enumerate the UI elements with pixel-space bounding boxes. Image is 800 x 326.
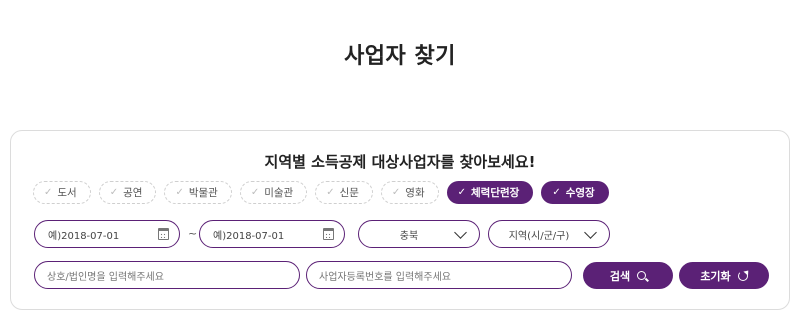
calendar-icon[interactable] <box>158 228 169 240</box>
chip-label: 체력단련장 <box>471 187 520 199</box>
business-name-placeholder: 상호/법인명을 입력해주세요 <box>47 271 164 283</box>
district-placeholder: 지역(시/군/구) <box>508 230 570 242</box>
chip-label: 신문 <box>339 187 359 199</box>
check-icon: ✓ <box>326 187 335 198</box>
chip-label: 수영장 <box>565 187 595 199</box>
check-icon: ✓ <box>250 187 260 198</box>
panel-heading: 지역별 소득공제 대상사업자를 찾아보세요! <box>264 153 536 171</box>
category-filter: ✓ 도서 ✓ 공연 ✓ 박물관 ✓ 미술관 ✓ 신문 ✓ 영화 ✓ 체력단련장 ✓ 수영장 <box>33 181 609 204</box>
end-date-input[interactable]: 예)2018-07-01 <box>199 220 345 248</box>
chip-fitness-center[interactable]: ✓ 체력단련장 <box>446 181 534 204</box>
chip-label: 박물관 <box>188 187 218 199</box>
page-title: 사업자 찾기 <box>344 44 456 69</box>
reset-button[interactable]: 초기화 <box>679 262 769 289</box>
check-icon: ✓ <box>552 187 561 198</box>
start-date-placeholder: 예)2018-07-01 <box>48 230 120 242</box>
check-icon: ✓ <box>391 187 401 198</box>
check-icon: ✓ <box>457 187 467 198</box>
business-regno-input[interactable]: 사업자등록번호를 입력해주세요 <box>306 261 572 289</box>
chip-swimming-pool[interactable]: ✓ 수영장 <box>541 181 609 204</box>
search-icon <box>637 271 647 280</box>
business-name-input[interactable]: 상호/법인명을 입력해주세요 <box>34 261 300 289</box>
check-icon: ✓ <box>44 187 53 198</box>
chip-label: 영화 <box>405 187 425 199</box>
reset-button-label: 초기화 <box>700 269 731 283</box>
calendar-icon[interactable] <box>323 228 334 240</box>
chip-newspaper[interactable]: ✓ 신문 <box>315 181 373 204</box>
province-select[interactable]: 충북 <box>358 220 480 248</box>
chip-label: 공연 <box>123 187 143 199</box>
check-icon: ✓ <box>109 187 119 198</box>
business-regno-placeholder: 사업자등록번호를 입력해주세요 <box>319 271 451 283</box>
province-value: 충북 <box>399 230 419 242</box>
start-date-input[interactable]: 예)2018-07-01 <box>34 220 180 248</box>
chevron-down-icon <box>584 226 597 239</box>
search-panel: 지역별 소득공제 대상사업자를 찾아보세요! ✓ 도서 ✓ 공연 ✓ 박물관 ✓ 미술관… <box>10 130 790 310</box>
district-select[interactable]: 지역(시/군/구) <box>488 220 610 248</box>
chip-label: 미술관 <box>264 187 294 199</box>
chip-label: 도서 <box>57 187 77 199</box>
date-separator: ~ <box>188 227 198 240</box>
check-icon: ✓ <box>175 187 184 198</box>
end-date-placeholder: 예)2018-07-01 <box>213 230 285 242</box>
search-button-label: 검색 <box>609 269 631 283</box>
chip-movie[interactable]: ✓ 영화 <box>380 181 439 204</box>
chip-art-gallery[interactable]: ✓ 미술관 <box>239 181 308 204</box>
chevron-down-icon <box>454 226 467 239</box>
search-button[interactable]: 검색 <box>583 262 673 289</box>
chip-books[interactable]: ✓ 도서 <box>33 181 91 204</box>
chip-museum[interactable]: ✓ 박물관 <box>164 181 232 204</box>
chip-performance[interactable]: ✓ 공연 <box>98 181 157 204</box>
refresh-icon <box>737 270 748 281</box>
